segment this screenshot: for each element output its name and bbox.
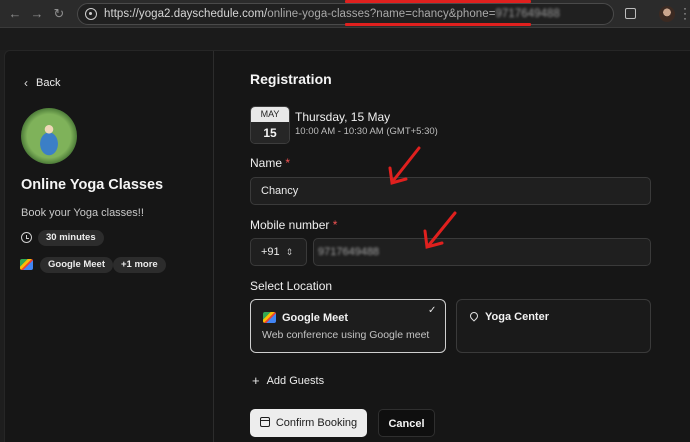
url-phone-redacted: 9717649488 bbox=[495, 8, 560, 20]
location-option-google-meet[interactable]: Google Meet Web conference using Google … bbox=[250, 299, 446, 353]
chevron-up-down-icon: ⇕ bbox=[285, 247, 294, 257]
reload-icon[interactable]: ↻ bbox=[50, 5, 68, 23]
page-backdrop bbox=[0, 28, 690, 50]
url-text: https://yoga2.dayschedule.com/online-yog… bbox=[104, 8, 560, 20]
confirm-label: Confirm Booking bbox=[275, 417, 358, 429]
name-input[interactable]: Chancy bbox=[250, 177, 651, 205]
clock-icon bbox=[21, 232, 32, 243]
mobile-input[interactable]: 9717649488 bbox=[313, 238, 651, 266]
calendar-badge: MAY 15 bbox=[250, 106, 290, 144]
location-option-title: Google Meet bbox=[282, 312, 349, 324]
back-link[interactable]: ‹ Back bbox=[24, 76, 60, 90]
confirm-booking-button[interactable]: Confirm Booking bbox=[250, 409, 367, 437]
profile-avatar[interactable] bbox=[659, 6, 675, 22]
location-option-title: Yoga Center bbox=[485, 311, 549, 323]
google-meet-icon bbox=[20, 259, 33, 270]
forward-nav-icon[interactable]: → bbox=[28, 5, 46, 23]
site-info-icon[interactable] bbox=[85, 8, 97, 20]
more-locations-chip[interactable]: +1 more bbox=[113, 257, 166, 273]
event-description: Book your Yoga classes!! bbox=[21, 207, 144, 219]
cancel-button[interactable]: Cancel bbox=[378, 409, 435, 437]
page-title: Registration bbox=[250, 71, 332, 87]
booking-date: Thursday, 15 May bbox=[295, 110, 391, 124]
location-option-yoga-center[interactable]: Yoga Center bbox=[456, 299, 651, 353]
mobile-value-redacted: 9717649488 bbox=[318, 246, 380, 258]
calendar-day: 15 bbox=[251, 122, 289, 143]
menu-icon[interactable]: · · · bbox=[683, 2, 687, 24]
extensions-icon[interactable] bbox=[625, 8, 636, 19]
calendar-month: MAY bbox=[251, 107, 289, 122]
add-guests-label: Add Guests bbox=[266, 374, 325, 387]
location-option-subtitle: Web conference using Google meet bbox=[262, 329, 430, 341]
chevron-left-icon: ‹ bbox=[24, 76, 28, 90]
plus-icon: + bbox=[252, 373, 260, 388]
pane-divider bbox=[213, 51, 214, 442]
google-meet-icon bbox=[263, 312, 276, 323]
location-label: Select Location bbox=[250, 279, 333, 293]
calendar-check-icon bbox=[259, 417, 270, 427]
address-bar[interactable]: https://yoga2.dayschedule.com/online-yog… bbox=[77, 3, 614, 25]
name-label: Name * bbox=[250, 156, 291, 170]
duration-chip: 30 minutes bbox=[38, 230, 104, 246]
mobile-label: Mobile number * bbox=[250, 218, 338, 232]
country-code-select[interactable]: +91 ⇕ bbox=[250, 238, 307, 266]
location-chip: Google Meet bbox=[40, 257, 114, 273]
event-avatar bbox=[21, 108, 77, 164]
back-label: Back bbox=[36, 77, 61, 89]
event-title: Online Yoga Classes bbox=[21, 177, 164, 193]
annotation-underline-top bbox=[345, 0, 531, 3]
add-guests-button[interactable]: + Add Guests bbox=[252, 373, 324, 388]
booking-time: 10:00 AM - 10:30 AM (GMT+5:30) bbox=[295, 126, 438, 137]
annotation-underline-bottom bbox=[345, 23, 531, 26]
map-pin-icon bbox=[468, 310, 480, 322]
check-icon: ✓ bbox=[428, 305, 437, 316]
back-nav-icon[interactable]: ← bbox=[6, 5, 24, 23]
